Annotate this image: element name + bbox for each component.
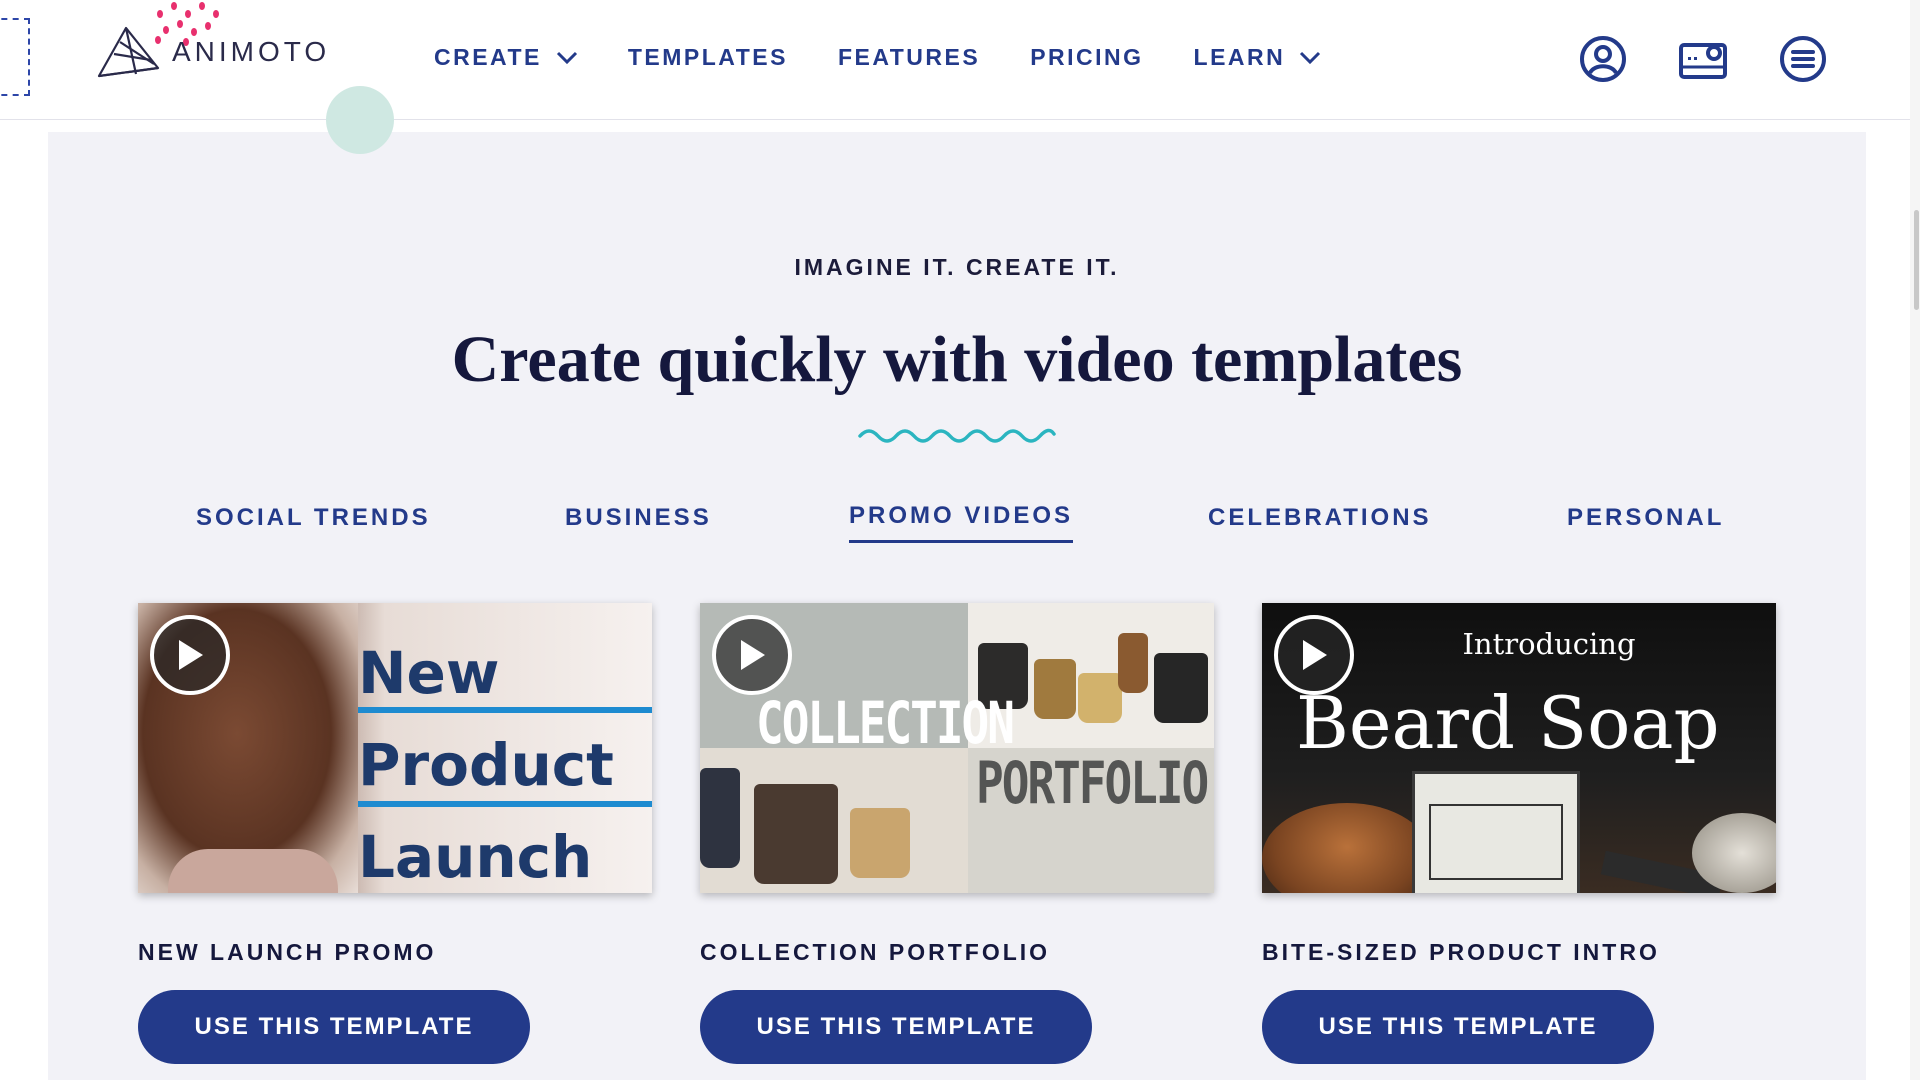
nav-features[interactable]: FEATURES bbox=[838, 44, 980, 71]
template-thumbnail[interactable]: New Product Launch bbox=[138, 603, 652, 893]
thumb-line: COLLECTION bbox=[756, 689, 1015, 757]
header-icon-group bbox=[1578, 34, 1828, 84]
category-tabs: SOCIAL TRENDS BUSINESS PROMO VIDEOS CELE… bbox=[48, 502, 1866, 564]
soap-box bbox=[1412, 771, 1580, 893]
chevron-down-icon bbox=[1300, 51, 1321, 64]
templates-section: IMAGINE IT. CREATE IT. Create quickly wi… bbox=[48, 132, 1866, 1080]
account-button[interactable] bbox=[1578, 34, 1628, 84]
play-button[interactable] bbox=[712, 615, 792, 695]
tab-personal[interactable]: PERSONAL bbox=[1567, 504, 1724, 542]
person-shirt bbox=[168, 849, 338, 893]
gallery-icon bbox=[1679, 43, 1727, 79]
nav-templates-label: TEMPLATES bbox=[627, 44, 788, 70]
logo-text: ANIMOTO bbox=[172, 36, 331, 67]
menu-icon bbox=[1780, 36, 1826, 82]
play-icon bbox=[741, 640, 765, 670]
card-title: BITE-SIZED PRODUCT INTRO bbox=[1262, 939, 1660, 965]
thumb-text: New Product Launch bbox=[358, 627, 652, 893]
thumb-line: New bbox=[358, 639, 500, 707]
section-headline: Create quickly with video templates bbox=[451, 323, 1463, 396]
nav-pricing[interactable]: PRICING bbox=[1030, 44, 1143, 71]
play-icon bbox=[1303, 640, 1327, 670]
template-thumbnail[interactable]: COLLECTION PORTFOLIO bbox=[700, 603, 1214, 893]
card-title: COLLECTION PORTFOLIO bbox=[700, 939, 1051, 965]
decorative-dashed-box bbox=[0, 18, 30, 96]
chevron-down-icon bbox=[556, 51, 577, 64]
menu-button[interactable] bbox=[1778, 34, 1828, 84]
nav-features-label: FEATURES bbox=[837, 44, 981, 70]
nav-create-label: CREATE bbox=[434, 44, 542, 70]
nav-learn[interactable]: LEARN bbox=[1194, 44, 1322, 71]
nav-learn-label: LEARN bbox=[1193, 44, 1286, 70]
template-card: Introducing Beard Soap BITE-SIZED PRODUC… bbox=[1262, 603, 1776, 1064]
gallery-button[interactable] bbox=[1678, 34, 1728, 84]
tab-celebrations[interactable]: CELEBRATIONS bbox=[1208, 504, 1432, 542]
section-eyebrow: IMAGINE IT. CREATE IT. bbox=[794, 254, 1120, 280]
use-template-button[interactable]: USE THIS TEMPLATE bbox=[1262, 990, 1654, 1064]
template-card: New Product Launch NEW LAUNCH PROMO USE … bbox=[138, 603, 652, 1064]
thumb-line: Launch bbox=[358, 823, 593, 891]
main-nav: CREATE TEMPLATES FEATURES PRICING LEARN bbox=[434, 44, 1321, 71]
photo-tile bbox=[700, 748, 968, 893]
card-title: NEW LAUNCH PROMO bbox=[138, 939, 437, 965]
page-scrollbar[interactable] bbox=[1910, 0, 1920, 1080]
animoto-logo[interactable]: ANIMOTO bbox=[96, 24, 330, 80]
nav-templates[interactable]: TEMPLATES bbox=[628, 44, 788, 71]
play-button[interactable] bbox=[150, 615, 230, 695]
template-thumbnail[interactable]: Introducing Beard Soap bbox=[1262, 603, 1776, 893]
thumb-line: Product bbox=[358, 731, 614, 799]
template-card: COLLECTION PORTFOLIO COLLECTION PORTFOLI… bbox=[700, 603, 1214, 1064]
play-button[interactable] bbox=[1274, 615, 1354, 695]
play-icon bbox=[179, 640, 203, 670]
decorative-blob bbox=[326, 86, 394, 154]
nav-create[interactable]: CREATE bbox=[434, 44, 578, 71]
nav-pricing-label: PRICING bbox=[1030, 44, 1144, 70]
wooden-bowl bbox=[1262, 803, 1432, 893]
paper-plane-logo-icon bbox=[97, 26, 160, 78]
scrollbar-thumb[interactable] bbox=[1914, 210, 1919, 310]
use-template-button[interactable]: USE THIS TEMPLATE bbox=[700, 990, 1092, 1064]
thumb-line: Beard Soap bbox=[1296, 681, 1720, 765]
tab-social-trends[interactable]: SOCIAL TRENDS bbox=[196, 504, 431, 542]
site-header: ANIMOTO CREATE TEMPLATES FEATURES PRICIN… bbox=[0, 0, 1910, 154]
tab-business[interactable]: BUSINESS bbox=[565, 504, 712, 542]
account-icon bbox=[1580, 36, 1626, 82]
squiggle-divider bbox=[858, 428, 1056, 443]
use-template-button[interactable]: USE THIS TEMPLATE bbox=[138, 990, 530, 1064]
tab-promo-videos[interactable]: PROMO VIDEOS bbox=[849, 502, 1074, 543]
thumb-line: PORTFOLIO bbox=[976, 749, 1209, 817]
